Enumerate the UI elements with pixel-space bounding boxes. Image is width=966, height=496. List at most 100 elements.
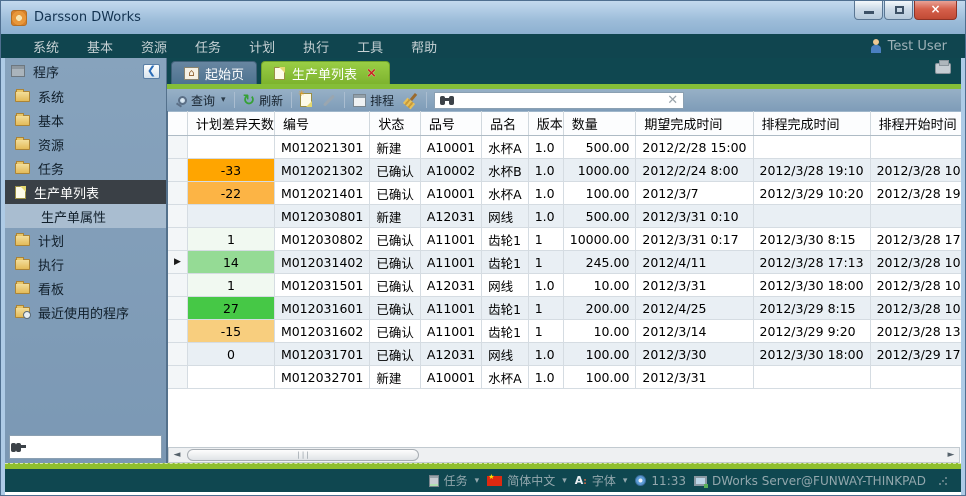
cell-no[interactable]: M012031501 (274, 274, 369, 297)
cell-diff[interactable] (187, 366, 274, 389)
scroll-right-icon[interactable]: ► (943, 448, 959, 462)
menu-item[interactable]: 基本 (73, 34, 127, 59)
cell-sched_end[interactable] (753, 366, 870, 389)
cell-sched_start[interactable]: 2012/3/29 17:46 (870, 343, 961, 366)
sidebar-item[interactable]: 执行 (5, 252, 166, 276)
cell-item[interactable]: A10002 (420, 159, 481, 182)
cell-status[interactable]: 已确认 (370, 297, 421, 320)
cell-selector[interactable] (168, 136, 187, 159)
cell-qty[interactable]: 500.00 (563, 205, 636, 228)
cell-no[interactable]: M012030801 (274, 205, 369, 228)
horizontal-scrollbar[interactable]: ◄ ► (168, 447, 960, 463)
cell-sched_start[interactable]: 2012/3/28 19:10 (870, 182, 961, 205)
schedule-button[interactable]: 排程 (348, 92, 399, 109)
cell-qty[interactable]: 100.00 (563, 343, 636, 366)
cell-diff[interactable]: 1 (187, 274, 274, 297)
cell-selector[interactable] (168, 159, 187, 182)
cell-name[interactable]: 网线 (482, 205, 529, 228)
cell-item[interactable]: A12031 (420, 205, 481, 228)
column-header[interactable]: 排程完成时间 (753, 112, 870, 136)
cell-sched_end[interactable]: 2012/3/29 9:20 (753, 320, 870, 343)
cell-no[interactable]: M012030802 (274, 228, 369, 251)
toolbar-search-input[interactable] (460, 93, 667, 107)
column-header[interactable] (168, 112, 187, 136)
cell-due[interactable]: 2012/2/24 8:00 (636, 159, 753, 182)
cell-diff[interactable]: 1 (187, 228, 274, 251)
cell-ver[interactable]: 1.0 (528, 274, 563, 297)
cell-diff[interactable]: -15 (187, 320, 274, 343)
table-row[interactable]: M012032701新建A10001水杯A1.0100.002012/3/31 (168, 366, 961, 389)
menu-item[interactable]: 执行 (289, 34, 343, 59)
cell-ver[interactable]: 1 (528, 251, 563, 274)
cell-name[interactable]: 网线 (482, 343, 529, 366)
cell-diff[interactable]: -22 (187, 182, 274, 205)
cell-selector[interactable] (168, 320, 187, 343)
cell-item[interactable]: A10001 (420, 182, 481, 205)
column-header[interactable]: 排程开始时间 (870, 112, 961, 136)
user-area[interactable]: Test User (870, 39, 947, 54)
cell-no[interactable]: M012031402 (274, 251, 369, 274)
cell-ver[interactable]: 1 (528, 320, 563, 343)
table-row[interactable]: 1M012030802已确认A11001齿轮1110000.002012/3/3… (168, 228, 961, 251)
cell-ver[interactable]: 1.0 (528, 182, 563, 205)
cell-item[interactable]: A12031 (420, 343, 481, 366)
tab-production-order-list[interactable]: 生产单列表 × (261, 61, 390, 84)
menu-item[interactable]: 任务 (181, 34, 235, 59)
cell-selector[interactable] (168, 343, 187, 366)
cell-name[interactable]: 水杯A (482, 366, 529, 389)
cell-name[interactable]: 网线 (482, 274, 529, 297)
table-row[interactable]: 0M012031701已确认A12031网线1.0100.002012/3/30… (168, 343, 961, 366)
close-button[interactable]: × (914, 1, 957, 20)
scrollbar-thumb[interactable] (187, 449, 419, 461)
cell-sched_end[interactable]: 2012/3/30 18:00 (753, 274, 870, 297)
edit-button-disabled[interactable] (317, 99, 341, 102)
refresh-button[interactable]: ↻ 刷新 (238, 92, 289, 109)
title-bar[interactable]: Darsson DWorks × (1, 1, 965, 34)
sidebar-item[interactable]: 系统 (5, 84, 166, 108)
cell-sched_start[interactable]: 2012/3/28 13:40 (870, 320, 961, 343)
cell-item[interactable]: A10001 (420, 136, 481, 159)
cell-due[interactable]: 2012/3/31 0:10 (636, 205, 753, 228)
cell-sched_start[interactable]: 2012/3/28 10:52 (870, 274, 961, 297)
cell-qty[interactable]: 10000.00 (563, 228, 636, 251)
cell-due[interactable]: 2012/3/30 (636, 343, 753, 366)
sidebar-search-input[interactable] (22, 440, 177, 454)
query-button[interactable]: 查询 ▾ (173, 92, 231, 109)
menu-item[interactable]: 计划 (235, 34, 289, 59)
column-header[interactable]: 状态 (370, 112, 421, 136)
task-caret-icon[interactable]: ▾ (475, 476, 480, 486)
cell-no[interactable]: M012021302 (274, 159, 369, 182)
sidebar-collapse-button[interactable]: ❮ (143, 64, 160, 79)
toolbar-search-clear-icon[interactable]: ✕ (667, 93, 678, 108)
cell-qty[interactable]: 10.00 (563, 320, 636, 343)
language-caret-icon[interactable]: ▾ (562, 476, 567, 486)
cell-sched_start[interactable]: 2012/3/28 17:13 (870, 228, 961, 251)
cell-no[interactable]: M012021401 (274, 182, 369, 205)
minimize-button[interactable] (854, 1, 883, 20)
maximize-button[interactable] (884, 1, 913, 20)
cell-qty[interactable]: 200.00 (563, 297, 636, 320)
tab-close-icon[interactable]: × (366, 66, 377, 81)
cell-ver[interactable]: 1.0 (528, 343, 563, 366)
cell-due[interactable]: 2012/3/14 (636, 320, 753, 343)
cell-diff[interactable] (187, 205, 274, 228)
table-row[interactable]: -33M012021302已确认A10002水杯B1.01000.002012/… (168, 159, 961, 182)
cell-ver[interactable]: 1.0 (528, 366, 563, 389)
cell-name[interactable]: 齿轮1 (482, 320, 529, 343)
table-row[interactable]: M012030801新建A12031网线1.0500.002012/3/31 0… (168, 205, 961, 228)
cell-sched_end[interactable]: 2012/3/30 18:00 (753, 343, 870, 366)
table-row[interactable]: 27M012031601已确认A11001齿轮11200.002012/4/25… (168, 297, 961, 320)
cell-no[interactable]: M012021301 (274, 136, 369, 159)
cell-sched_end[interactable]: 2012/3/28 17:13 (753, 251, 870, 274)
cell-selector[interactable] (168, 297, 187, 320)
column-header[interactable]: 期望完成时间 (636, 112, 753, 136)
cell-name[interactable]: 齿轮1 (482, 297, 529, 320)
cell-diff[interactable]: -33 (187, 159, 274, 182)
menu-item[interactable]: 资源 (127, 34, 181, 59)
cell-status[interactable]: 新建 (370, 366, 421, 389)
cell-due[interactable]: 2012/2/28 15:00 (636, 136, 753, 159)
cell-due[interactable]: 2012/4/11 (636, 251, 753, 274)
cell-sched_start[interactable]: 2012/3/28 10:52 (870, 297, 961, 320)
cell-no[interactable]: M012032701 (274, 366, 369, 389)
sidebar-item[interactable]: 生产单属性 (5, 204, 166, 228)
